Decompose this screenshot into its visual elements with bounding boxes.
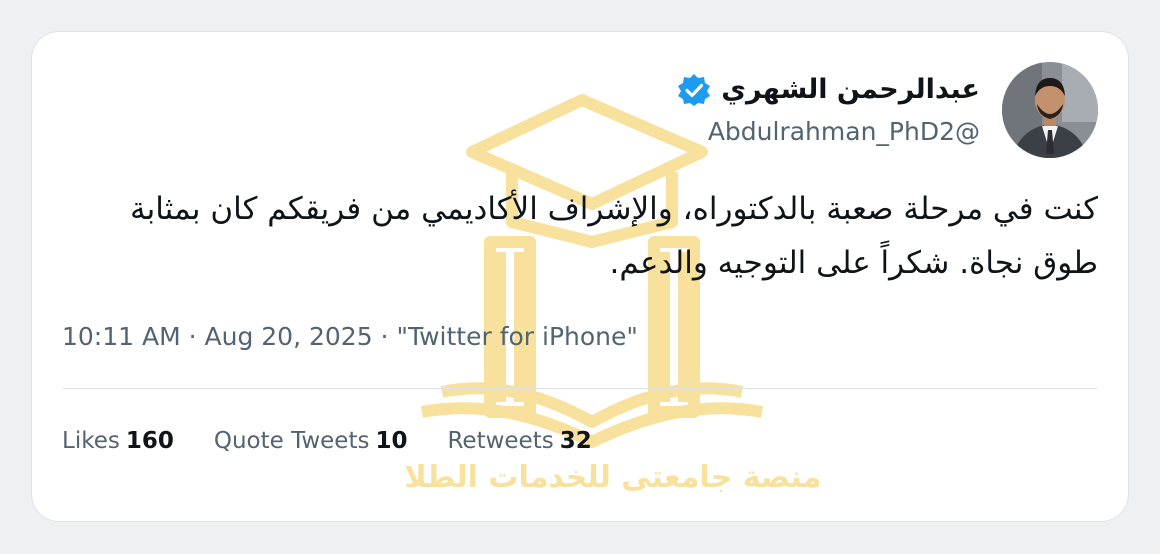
likes-stat[interactable]: Likes 160 — [62, 425, 174, 457]
author-name[interactable]: عبدالرحمن الشهري — [721, 72, 980, 108]
tweet-text: كنت في مرحلة صعبة بالدكتوراه، والإشراف ا… — [129, 191, 1098, 281]
retweets-count: 32 — [559, 428, 592, 454]
name-row: عبدالرحمن الشهري — [677, 72, 980, 108]
tweet-card: منصة جامعتي للخدمات الطلابية عبدالرحمن ا… — [31, 31, 1129, 522]
meta-separator: · — [372, 322, 397, 351]
author-handle[interactable]: Abdulrahman_PhD2@ — [677, 116, 980, 148]
avatar[interactable] — [1002, 62, 1098, 158]
avatar-image — [1002, 62, 1098, 158]
tweet-date[interactable]: Aug 20, 2025 — [205, 322, 373, 351]
tweet-time[interactable]: 10:11 AM — [62, 322, 181, 351]
meta-separator: · — [180, 322, 205, 351]
retweets-stat[interactable]: Retweets 32 — [447, 425, 591, 457]
quote-tweets-count: 10 — [375, 428, 408, 454]
verified-badge-icon — [677, 73, 711, 107]
tweet-stats: Likes 160 Quote Tweets 10 Retweets 32 — [62, 425, 632, 457]
divider — [62, 388, 1098, 389]
quote-tweets-label: Quote Tweets — [213, 428, 370, 454]
watermark-text: منصة جامعتي للخدمات الطلابية — [402, 460, 821, 492]
retweets-label: Retweets — [447, 428, 554, 454]
tweet-header: عبدالرحمن الشهري Abdulrahman_PhD2@ — [677, 62, 1098, 158]
likes-count: 160 — [125, 428, 174, 454]
tweet-meta: 10:11 AM · Aug 20, 2025 · "Twitter for i… — [62, 320, 638, 354]
quote-tweets-stat[interactable]: Quote Tweets 10 — [214, 425, 408, 457]
author-identity: عبدالرحمن الشهري Abdulrahman_PhD2@ — [677, 72, 980, 148]
tweet-source[interactable]: "Twitter for iPhone" — [396, 322, 637, 351]
likes-label: Likes — [62, 428, 120, 454]
